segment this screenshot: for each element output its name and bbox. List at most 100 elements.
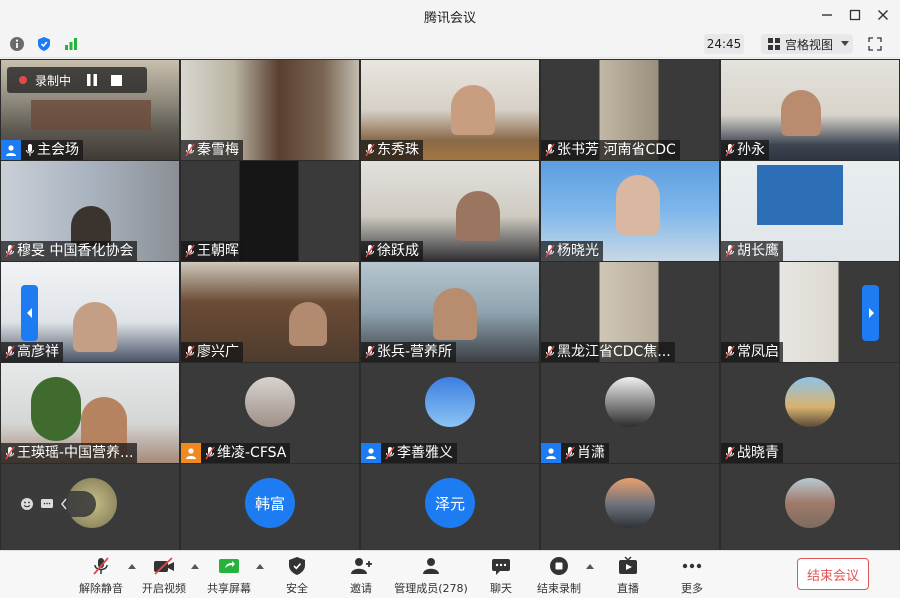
invite-button[interactable]: 邀请: [345, 555, 377, 597]
participant-namebar: 常凤启: [721, 342, 783, 362]
chat-icon: [490, 555, 512, 577]
chat-bubble-icon[interactable]: [40, 497, 54, 511]
participant-tile[interactable]: 肖潇: [541, 363, 719, 463]
chevron-up-icon[interactable]: [191, 563, 199, 571]
participant-namebar: 肖潇: [541, 443, 609, 463]
maximize-icon[interactable]: [846, 6, 864, 24]
mic-muted-icon: [723, 342, 736, 362]
participant-tile[interactable]: 东秀珠: [361, 60, 539, 160]
participant-namebar: 王朝晖: [181, 241, 243, 261]
participant-name: 杨晓光: [557, 243, 599, 259]
mic-muted-icon: [563, 443, 576, 463]
participant-tile[interactable]: 泽元: [361, 464, 539, 564]
stop-recording-button[interactable]: 结束录制: [536, 555, 582, 597]
fullscreen-icon[interactable]: [866, 35, 884, 53]
mic-muted-icon: [3, 443, 16, 463]
participant-name: 胡长鹰: [737, 243, 779, 259]
participant-name: 廖兴广: [197, 344, 239, 360]
participant-tile[interactable]: 张书芳 河南省CDC: [541, 60, 719, 160]
mic-muted-icon: [363, 140, 376, 160]
participant-namebar: 李善雅义: [361, 443, 457, 463]
chevron-up-icon[interactable]: [586, 563, 594, 571]
emoji-icon[interactable]: [20, 497, 34, 511]
floating-reaction-bar: [12, 491, 96, 517]
participant-tile[interactable]: [541, 464, 719, 564]
mic-muted-icon: [723, 140, 736, 160]
participant-tile[interactable]: 王朝晖: [181, 161, 359, 261]
participant-tile[interactable]: 录制中 主会场: [1, 60, 179, 160]
manage-members-label: 管理成员(278): [394, 582, 468, 595]
user-icon: [181, 443, 201, 463]
chevron-up-icon[interactable]: [256, 563, 264, 571]
mic-muted-icon: [183, 140, 196, 160]
mic-muted-icon: [3, 241, 16, 261]
signal-icon[interactable]: [62, 35, 80, 53]
stop-recording-label: 结束录制: [537, 582, 581, 595]
participant-tile[interactable]: 廖兴广: [181, 262, 359, 362]
window-title: 腾讯会议: [423, 11, 476, 26]
mic-muted-icon: [383, 443, 396, 463]
prev-page-arrow-icon[interactable]: [21, 285, 38, 341]
close-icon[interactable]: [874, 6, 892, 24]
live-button[interactable]: 直播: [612, 555, 644, 597]
participant-name: 李善雅义: [397, 445, 453, 461]
grid-view-icon: [768, 38, 780, 50]
participant-namebar: 张兵-营养所: [361, 342, 457, 362]
security-button[interactable]: 安全: [281, 555, 313, 597]
minimize-icon[interactable]: [818, 6, 836, 24]
chat-button[interactable]: 聊天: [485, 555, 517, 597]
start-video-label: 开启视频: [142, 582, 186, 595]
participant-tile[interactable]: 胡长鹰: [721, 161, 899, 261]
participant-name: 孙永: [737, 142, 765, 158]
live-icon: [617, 555, 639, 577]
mic-muted-icon: [723, 443, 736, 463]
participant-tile[interactable]: 李善雅义: [361, 363, 539, 463]
participant-namebar: 主会场: [1, 140, 83, 160]
mic-icon: [23, 140, 36, 160]
participant-name: 徐跃成: [377, 243, 419, 259]
share-screen-button[interactable]: 共享屏幕: [205, 555, 253, 597]
stop-record-icon[interactable]: [111, 74, 123, 86]
participant-tile[interactable]: 杨晓光: [541, 161, 719, 261]
unmute-button[interactable]: 解除静音: [78, 555, 124, 597]
participant-tile[interactable]: 王瑛瑶-中国营养...: [1, 363, 179, 463]
participant-tile[interactable]: 韩富: [181, 464, 359, 564]
participant-tile[interactable]: 秦雪梅: [181, 60, 359, 160]
recording-indicator: 录制中: [7, 67, 147, 93]
more-button[interactable]: 更多: [676, 555, 708, 597]
end-meeting-button[interactable]: 结束会议: [797, 558, 869, 590]
participant-tile[interactable]: 穆旻 中国香化协会: [1, 161, 179, 261]
next-page-arrow-icon[interactable]: [862, 285, 879, 341]
participant-name: 战晓青: [737, 445, 779, 461]
mic-muted-icon: [3, 342, 16, 362]
security-shield-icon[interactable]: [35, 35, 53, 53]
pause-record-icon[interactable]: [87, 74, 98, 86]
user-icon: [1, 140, 21, 160]
record-dot-icon: [19, 76, 27, 84]
share-screen-label: 共享屏幕: [207, 582, 251, 595]
participant-namebar: 维凌-CFSA: [181, 443, 291, 463]
participant-tile[interactable]: 战晓青: [721, 363, 899, 463]
chevron-left-icon[interactable]: [60, 498, 68, 510]
mic-muted-icon: [543, 342, 556, 362]
view-mode-dropdown[interactable]: 宫格视图: [761, 34, 853, 54]
meeting-timer: 24:45: [704, 34, 744, 54]
participant-tile[interactable]: [721, 464, 899, 564]
participant-name: 肖潇: [577, 445, 605, 461]
participant-tile[interactable]: 孙永: [721, 60, 899, 160]
participant-namebar: 杨晓光: [541, 241, 603, 261]
participant-name: 高彦祥: [17, 344, 59, 360]
avatar: [245, 377, 295, 427]
participant-namebar: 胡长鹰: [721, 241, 783, 261]
control-bar: 解除静音 开启视频 共享屏幕 安全 邀请 管理成员(278) 聊天 结束录制 直…: [0, 550, 900, 598]
info-icon[interactable]: [8, 35, 26, 53]
mic-muted-icon: [543, 241, 556, 261]
chevron-up-icon[interactable]: [128, 563, 136, 571]
participant-tile[interactable]: 张兵-营养所: [361, 262, 539, 362]
start-video-button[interactable]: 开启视频: [141, 555, 187, 597]
mic-muted-icon: [543, 140, 556, 160]
manage-members-button[interactable]: 管理成员(278): [394, 555, 468, 597]
participant-tile[interactable]: 黑龙江省CDC焦...: [541, 262, 719, 362]
participant-tile[interactable]: 维凌-CFSA: [181, 363, 359, 463]
participant-tile[interactable]: 徐跃成: [361, 161, 539, 261]
